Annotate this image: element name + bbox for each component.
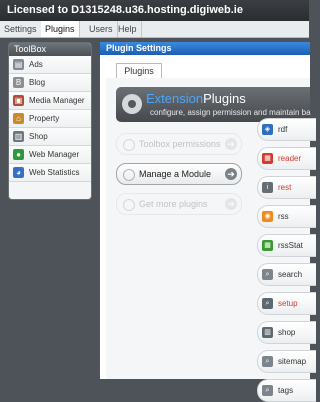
menu-users[interactable]: Users: [85, 21, 118, 37]
manage-a-module-button[interactable]: Manage a Module ➜: [116, 163, 242, 185]
plugin-label: rdf: [278, 125, 288, 134]
rssstat-icon: ▦: [262, 240, 273, 251]
plugin-label: rss: [278, 212, 289, 221]
banner-subtitle: configure, assign permission and maintai…: [150, 108, 311, 117]
tab-strip: Plugins: [106, 62, 310, 80]
plugin-label: search: [278, 270, 303, 279]
reader-icon: ▦: [262, 153, 273, 164]
ads-icon: ▤: [13, 59, 24, 70]
rest-icon: i: [262, 182, 273, 193]
action-label: Manage a Module: [139, 169, 212, 179]
toolbox-item-property[interactable]: ⌂ Property: [9, 110, 91, 128]
toolbox-item-label: Blog: [29, 78, 46, 87]
get-more-plugins-button[interactable]: Get more plugins ➜: [116, 193, 242, 215]
plugins-content: ExtensionPlugins configure, assign permi…: [106, 78, 316, 402]
gear-icon: [123, 169, 135, 181]
plugin-sitemap-button[interactable]: ⌕ sitemap: [257, 350, 316, 373]
plugin-rss-button[interactable]: ◉ rss: [257, 205, 316, 228]
panel-title: Plugin Settings: [100, 42, 310, 55]
toolbox-item-label: Property: [29, 114, 60, 123]
setup-icon: ⌕: [262, 298, 273, 309]
plugin-label: reader: [278, 154, 302, 163]
arrow-right-icon: ➜: [225, 138, 237, 150]
media-manager-icon: ▣: [13, 95, 24, 106]
toolbox-item-shop[interactable]: ▥ Shop: [9, 128, 91, 146]
action-label: Get more plugins: [139, 199, 208, 209]
property-icon: ⌂: [13, 113, 24, 124]
gear-icon: [123, 199, 135, 211]
plugin-shop-button[interactable]: ▥ shop: [257, 321, 316, 344]
plugin-label: rssStat: [278, 241, 303, 250]
toolbox-title: ToolBox: [9, 43, 91, 56]
plugin-label: tags: [278, 386, 294, 395]
plugin-rdf-button[interactable]: ◈ rdf: [257, 118, 316, 141]
main-menu: Settings Plugins Users Help: [0, 21, 309, 38]
banner-title: ExtensionPlugins: [146, 91, 246, 106]
banner-title-right: Plugins: [203, 91, 246, 106]
license-title: Licensed to D1315248.u36.hosting.digiweb…: [7, 4, 243, 16]
toolbox-item-ads[interactable]: ▤ Ads: [9, 56, 91, 74]
gear-icon: [123, 139, 135, 151]
plugin-label: setup: [278, 299, 298, 308]
web-statistics-icon: ◕: [13, 167, 24, 178]
menu-plugins[interactable]: Plugins: [41, 21, 80, 37]
toolbox-item-blog[interactable]: B Blog: [9, 74, 91, 92]
plugin-label: shop: [278, 328, 296, 337]
shop-cart-icon: ▥: [262, 327, 273, 338]
shop-icon: ▥: [13, 131, 24, 142]
plugin-rest-button[interactable]: i rest: [257, 176, 316, 199]
toolbox-item-label: Shop: [29, 132, 48, 141]
arrow-right-icon: ➜: [225, 168, 237, 180]
toolbox-item-label: Ads: [29, 60, 43, 69]
toolbox-item-label: Web Statistics: [29, 168, 80, 177]
menu-help[interactable]: Help: [114, 21, 142, 37]
toolbox-permissions-button[interactable]: Toolbox permissions ➜: [116, 133, 242, 155]
search-icon: ⌕: [262, 269, 273, 280]
rdf-icon: ◈: [262, 124, 273, 135]
arrow-right-icon: ➜: [225, 198, 237, 210]
plugin-settings-panel: Plugin Settings Plugins ExtensionPlugins…: [99, 42, 316, 402]
plugin-logo-icon: [122, 94, 142, 114]
toolbox-item-web-manager[interactable]: ● Web Manager: [9, 146, 91, 164]
banner-title-left: Extension: [146, 91, 204, 106]
plugin-search-button[interactable]: ⌕ search: [257, 263, 316, 286]
extension-plugins-banner: ExtensionPlugins configure, assign permi…: [116, 87, 311, 122]
plugin-reader-button[interactable]: ▦ reader: [257, 147, 316, 170]
action-label: Toolbox permissions: [139, 139, 221, 149]
blog-icon: B: [13, 77, 24, 88]
tags-icon: ⌕: [262, 385, 273, 396]
menu-settings[interactable]: Settings: [0, 21, 42, 37]
plugin-label: rest: [278, 183, 292, 192]
toolbox-item-web-statistics[interactable]: ◕ Web Statistics: [9, 164, 91, 182]
toolbox-item-label: Media Manager: [29, 96, 85, 105]
web-manager-icon: ●: [13, 149, 24, 160]
top-bar: Licensed to D1315248.u36.hosting.digiweb…: [0, 0, 309, 21]
plugin-label: sitemap: [278, 357, 307, 366]
toolbox-item-media-manager[interactable]: ▣ Media Manager: [9, 92, 91, 110]
toolbox-panel: ToolBox ▤ Ads B Blog ▣ Media Manager ⌂ Property…: [8, 42, 92, 200]
plugin-setup-button[interactable]: ⌕ setup: [257, 292, 316, 315]
rss-icon: ◉: [262, 211, 273, 222]
plugin-tags-button[interactable]: ⌕ tags: [257, 379, 316, 402]
toolbox-item-label: Web Manager: [29, 150, 80, 159]
plugin-rssstat-button[interactable]: ▦ rssStat: [257, 234, 316, 257]
sitemap-icon: ⌕: [262, 356, 273, 367]
